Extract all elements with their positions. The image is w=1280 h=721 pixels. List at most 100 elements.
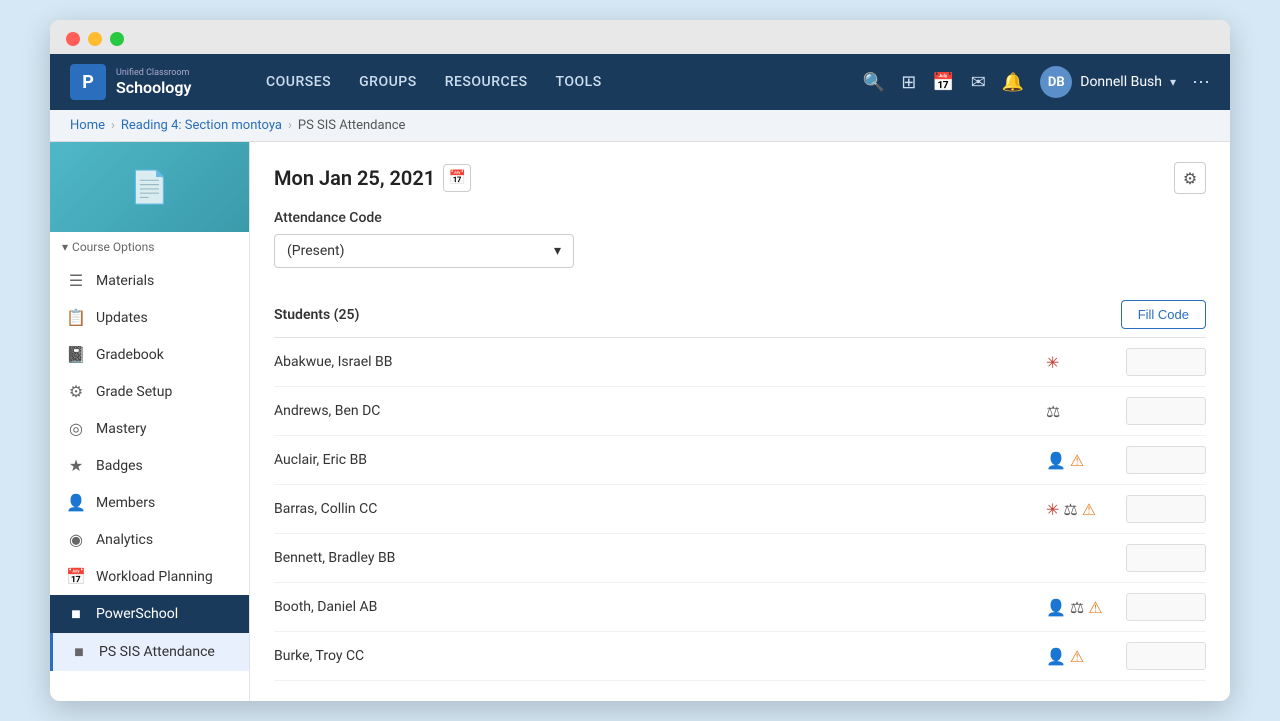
search-icon[interactable]: 🔍 [863, 72, 885, 93]
avatar: DB [1040, 66, 1072, 98]
student-code-input[interactable] [1126, 397, 1206, 425]
student-name: Andrews, Ben DC [274, 403, 1046, 419]
sidebar-item-members[interactable]: 👤 Members [50, 484, 249, 521]
student-code-input[interactable] [1126, 348, 1206, 376]
student-icons: 👤 ⚠ [1046, 647, 1126, 666]
main-content: Mon Jan 25, 2021 📅 ⚙ Attendance Code (Pr… [250, 142, 1230, 701]
sidebar-label-materials: Materials [96, 273, 154, 289]
members-icon: 👤 [66, 493, 86, 512]
browser-window: P Unified Classroom Schoology COURSES GR… [50, 20, 1230, 701]
calendar-icon[interactable]: 📅 [932, 72, 954, 93]
student-code-input[interactable] [1126, 544, 1206, 572]
fill-code-button[interactable]: Fill Code [1121, 300, 1206, 329]
sidebar-label-gradebook: Gradebook [96, 347, 164, 363]
sidebar-label-members: Members [96, 495, 155, 511]
materials-icon: ☰ [66, 271, 86, 290]
apps-icon[interactable]: ⋯ [1192, 72, 1210, 93]
nav-links: COURSES GROUPS RESOURCES TOOLS [254, 68, 839, 96]
student-icons: ⚖ [1046, 402, 1126, 421]
table-row: Burke, Troy CC 👤 ⚠ [274, 632, 1206, 681]
sidebar-label-mastery: Mastery [96, 421, 147, 437]
table-row: Bennett, Bradley BB [274, 534, 1206, 583]
breadcrumb-section[interactable]: Reading 4: Section montoya [121, 118, 282, 133]
updates-icon: 📋 [66, 308, 86, 327]
grade-setup-icon: ⚙ [66, 382, 86, 401]
sidebar-item-mastery[interactable]: ◎ Mastery [50, 410, 249, 447]
student-name: Burke, Troy CC [274, 648, 1046, 664]
table-row: Auclair, Eric BB 👤 ⚠ [274, 436, 1206, 485]
person-icon: 👤 [1046, 451, 1066, 470]
students-header: Students (25) Fill Code [274, 292, 1206, 338]
sidebar-label-workload: Workload Planning [96, 569, 213, 585]
student-name: Auclair, Eric BB [274, 452, 1046, 468]
main-layout: 📄 ▾ Course Options ☰ Materials 📋 Updates… [50, 142, 1230, 701]
sidebar-item-materials[interactable]: ☰ Materials [50, 262, 249, 299]
course-options[interactable]: ▾ Course Options [50, 232, 249, 262]
sidebar-item-grade-setup[interactable]: ⚙ Grade Setup [50, 373, 249, 410]
sidebar-item-gradebook[interactable]: 📓 Gradebook [50, 336, 249, 373]
mail-icon[interactable]: ✉ [971, 72, 986, 93]
warning-icon: ⚠ [1088, 598, 1102, 617]
logo-area: P Unified Classroom Schoology [70, 64, 230, 100]
nav-tools[interactable]: TOOLS [544, 68, 614, 96]
logo-icon: P [70, 64, 106, 100]
student-icons: 👤 ⚠ [1046, 451, 1126, 470]
ps-sis-att-icon: ■ [69, 642, 89, 662]
student-code-input[interactable] [1126, 495, 1206, 523]
close-dot[interactable] [66, 32, 80, 46]
student-icons: 👤 ⚖ ⚠ [1046, 598, 1126, 617]
breadcrumb: Home › Reading 4: Section montoya › PS S… [50, 110, 1230, 142]
user-name: Donnell Bush [1080, 74, 1162, 90]
nav-icons: 🔍 ⊞ 📅 ✉ 🔔 DB Donnell Bush ▾ ⋯ [863, 66, 1210, 98]
nav-groups[interactable]: GROUPS [347, 68, 429, 96]
sidebar-item-ps-sis-attendance[interactable]: ■ PS SIS Attendance [50, 633, 249, 671]
grid-icon[interactable]: ⊞ [901, 72, 916, 93]
sidebar-item-workload[interactable]: 📅 Workload Planning [50, 558, 249, 595]
sidebar-item-analytics[interactable]: ◉ Analytics [50, 521, 249, 558]
settings-button[interactable]: ⚙ [1174, 162, 1206, 194]
browser-chrome [50, 20, 1230, 54]
table-row: Barras, Collin CC ✳ ⚖ ⚠ [274, 485, 1206, 534]
students-count: Students (25) [274, 307, 359, 323]
maximize-dot[interactable] [110, 32, 124, 46]
breadcrumb-sep-2: › [288, 118, 292, 133]
nav-resources[interactable]: RESOURCES [433, 68, 540, 96]
bell-icon[interactable]: 🔔 [1002, 72, 1024, 93]
sidebar-item-badges[interactable]: ★ Badges [50, 447, 249, 484]
logo-sub: Unified Classroom [116, 68, 191, 78]
date-text: Mon Jan 25, 2021 [274, 166, 435, 190]
minimize-dot[interactable] [88, 32, 102, 46]
collapse-icon: ▾ [62, 240, 68, 254]
student-icons: ✳ ⚖ ⚠ [1046, 500, 1126, 519]
medical-icon: ✳ [1046, 500, 1059, 519]
sidebar-item-updates[interactable]: 📋 Updates [50, 299, 249, 336]
student-code-input[interactable] [1126, 642, 1206, 670]
attendance-code-label: Attendance Code [274, 210, 1206, 226]
workload-icon: 📅 [66, 567, 86, 586]
warning-icon: ⚠ [1082, 500, 1096, 519]
student-code-input[interactable] [1126, 446, 1206, 474]
logo-text: Unified Classroom Schoology [116, 68, 191, 97]
table-row: Abakwue, Israel BB ✳ [274, 338, 1206, 387]
nav-courses[interactable]: COURSES [254, 68, 343, 96]
course-thumbnail: 📄 [50, 142, 249, 232]
powerschool-icon: ■ [66, 604, 86, 624]
student-code-input[interactable] [1126, 593, 1206, 621]
attendance-code-dropdown[interactable]: (Present) ▾ [274, 234, 574, 268]
breadcrumb-current: PS SIS Attendance [298, 118, 406, 133]
person-icon: 👤 [1046, 598, 1066, 617]
law-icon: ⚖ [1046, 402, 1060, 421]
student-name: Booth, Daniel AB [274, 599, 1046, 615]
course-options-label: Course Options [72, 240, 154, 254]
calendar-picker-icon[interactable]: 📅 [443, 164, 471, 192]
thumbnail-icon: 📄 [130, 168, 170, 206]
breadcrumb-home[interactable]: Home [70, 118, 105, 133]
content-header: Mon Jan 25, 2021 📅 ⚙ [274, 162, 1206, 194]
medical-icon: ✳ [1046, 353, 1059, 372]
gradebook-icon: 📓 [66, 345, 86, 364]
sidebar-item-powerschool[interactable]: ■ PowerSchool [50, 595, 249, 633]
breadcrumb-sep-1: › [111, 118, 115, 133]
dropdown-chevron-icon: ▾ [554, 243, 561, 259]
sidebar-label-powerschool: PowerSchool [96, 606, 178, 622]
user-area[interactable]: DB Donnell Bush ▾ [1040, 66, 1176, 98]
